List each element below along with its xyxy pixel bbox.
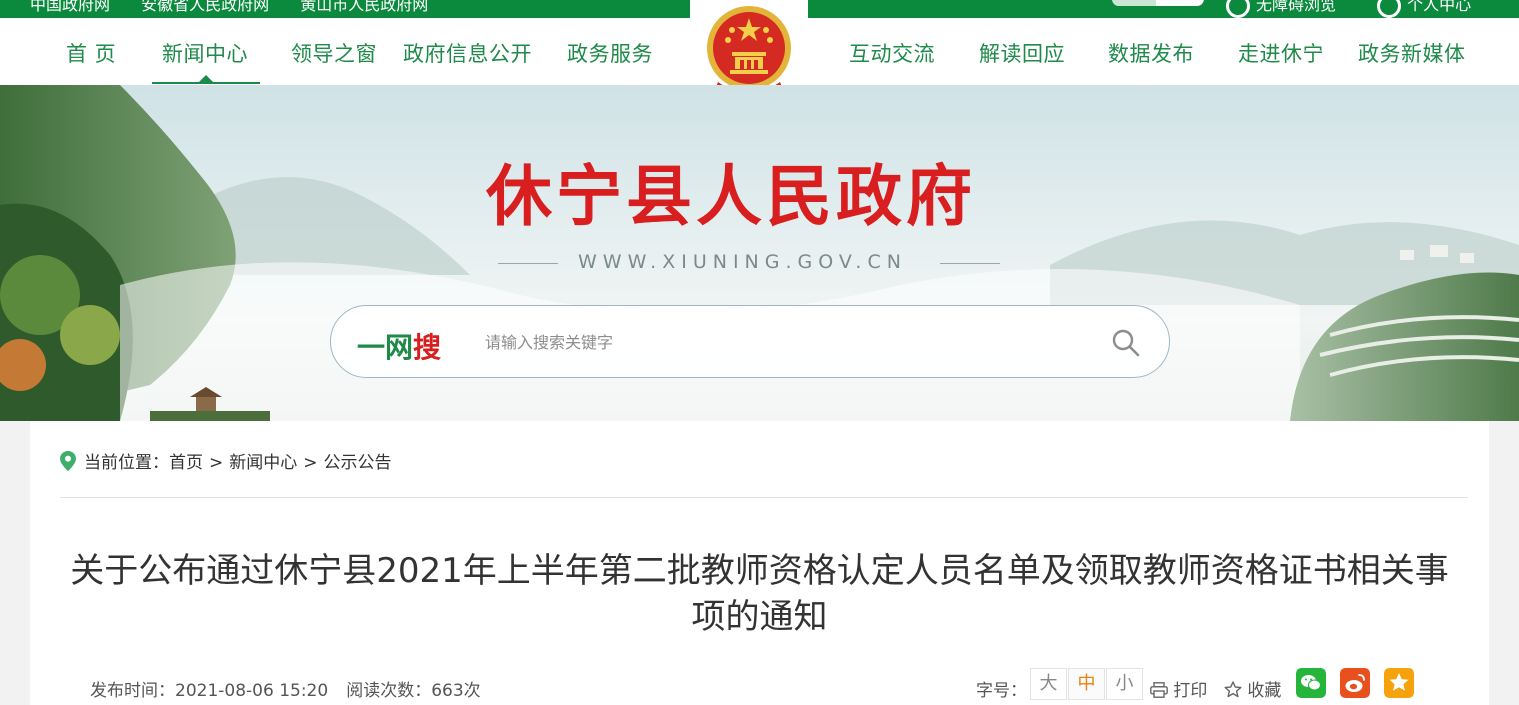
accessibility-link[interactable]: 无障碍浏览 [1226,0,1337,18]
print-button[interactable]: 打印 [1150,676,1207,701]
location-pin-icon [60,451,76,471]
search-brand-suffix: 搜 [413,331,442,364]
toggle-active-half [1112,0,1156,6]
domain-rule-left [498,263,558,264]
nav-leaders[interactable]: 领导之窗 [291,38,377,68]
printer-icon [1150,682,1168,698]
font-size-medium-button[interactable]: 中 [1068,668,1105,700]
font-size-small-button[interactable]: 小 [1106,668,1143,700]
weibo-share-icon[interactable] [1340,668,1370,698]
views-label: 阅读次数： [346,681,432,701]
publish-time: 2021-08-06 15:20 [175,681,329,701]
personal-center-label: 个人中心 [1407,0,1472,14]
font-size-large-button[interactable]: 大 [1030,668,1067,700]
top-link-anhui[interactable]: 安徽省人民政府网 [141,0,269,14]
domain-rule-right [940,263,1000,264]
favorite-button[interactable]: 收藏 [1224,676,1281,701]
accessibility-icon [1226,0,1250,18]
font-size-label: 字号： [976,681,1027,701]
breadcrumb-separator: > [303,453,318,473]
article-title: 关于公布通过休宁县2021年上半年第二批教师资格认定人员名单及领取教师资格证书相… [70,551,1449,637]
breadcrumb-divider [60,497,1468,498]
breadcrumb-home[interactable]: 首页 [169,453,203,473]
favorite-label: 收藏 [1247,681,1282,701]
nav-about-xiuning[interactable]: 走进休宁 [1238,38,1324,68]
top-link-gov-cn[interactable]: 中国政府网 [30,0,110,14]
nav-interpretation[interactable]: 解读回应 [979,38,1065,68]
search-brand: 一网搜 [357,326,441,366]
star-outline-icon [1224,681,1242,698]
article-meta: 发布时间：2021-08-06 15:20 阅读次数：663次 [90,676,481,701]
publish-time-label: 发布时间： [90,681,175,701]
nav-new-media[interactable]: 政务新媒体 [1358,38,1466,68]
search-brand-prefix: 一网 [357,331,414,364]
breadcrumb-separator: > [209,453,224,473]
personal-center-link[interactable]: 个人中心 [1377,0,1472,18]
breadcrumb-label: 当前位置： [84,453,169,473]
breadcrumb-news-center[interactable]: 新闻中心 [229,453,297,473]
nav-gov-services[interactable]: 政务服务 [567,38,653,68]
site-domain: WWW.XIUNING.GOV.CN [578,251,907,273]
nav-home[interactable]: 首 页 [66,38,116,68]
breadcrumb: 当前位置：首页 > 新闻中心 > 公示公告 [60,448,392,473]
nav-active-arrow [198,75,214,83]
nav-data-release[interactable]: 数据发布 [1108,38,1194,68]
language-toggle[interactable] [1112,0,1204,6]
print-label: 打印 [1173,681,1208,701]
top-links: 中国政府网 安徽省人民政府网 黄山市人民政府网 [30,0,454,15]
accessibility-label: 无障碍浏览 [1256,0,1337,14]
qzone-share-icon[interactable] [1384,668,1414,698]
search-input[interactable] [485,328,1045,356]
search-box: 一网搜 [330,305,1170,378]
hero-banner: 休宁县人民政府 WWW.XIUNING.GOV.CN 一网搜 [0,85,1519,421]
top-right-links: 无障碍浏览 个人中心 [1226,0,1507,18]
top-link-huangshan[interactable]: 黄山市人民政府网 [300,0,428,14]
nav-interaction[interactable]: 互动交流 [849,38,935,68]
wechat-share-icon[interactable] [1296,668,1326,698]
views-count: 663次 [431,681,481,701]
nav-gov-info-public[interactable]: 政府信息公开 [403,38,532,68]
search-icon[interactable] [1111,328,1141,358]
user-icon [1377,0,1402,18]
nav-news-center[interactable]: 新闻中心 [162,38,248,68]
breadcrumb-announcements[interactable]: 公示公告 [324,453,392,473]
site-title: 休宁县人民政府 [486,157,976,235]
